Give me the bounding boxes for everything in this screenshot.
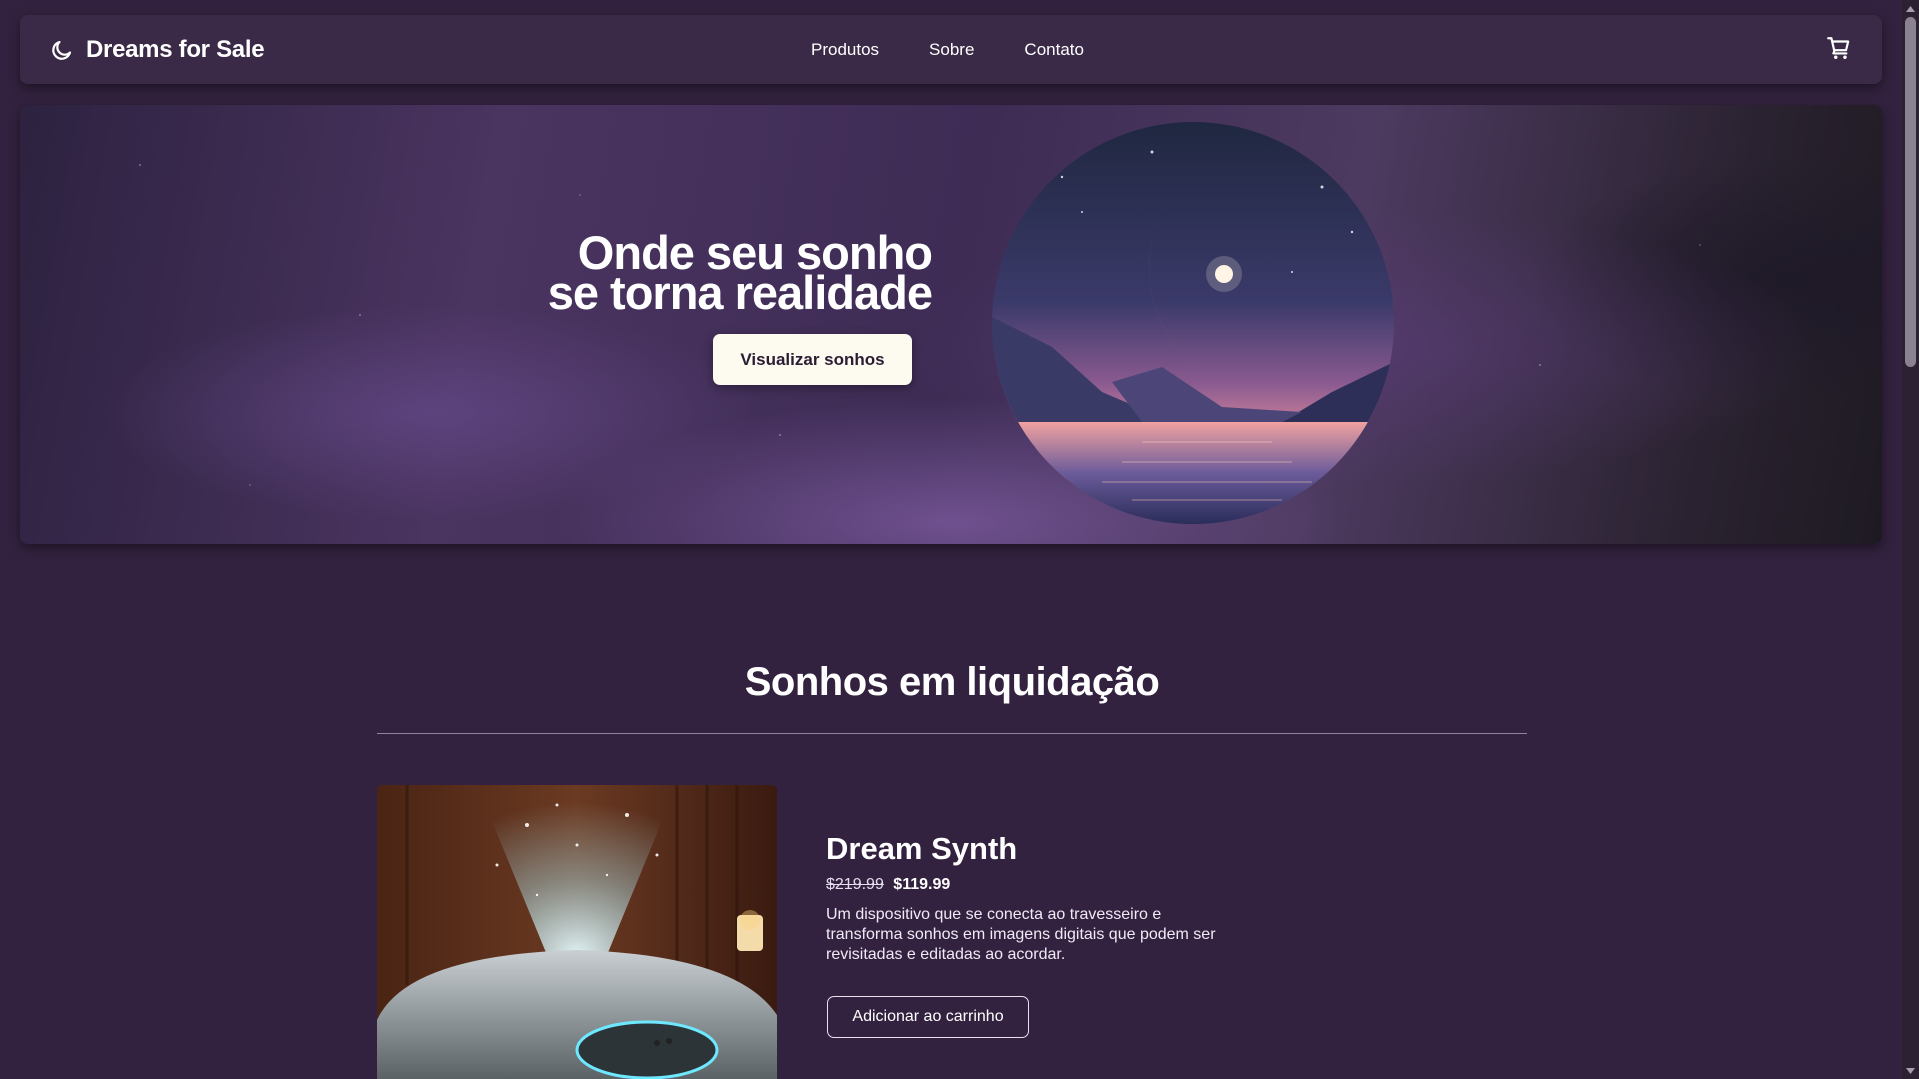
hero-title-line-2: se torna realidade — [547, 266, 933, 319]
add-to-cart-button[interactable]: Adicionar ao carrinho — [827, 996, 1029, 1038]
shopping-cart-icon[interactable] — [1826, 35, 1852, 61]
brand-name: Dreams for Sale — [86, 35, 265, 63]
nav-link-sobre[interactable]: Sobre — [929, 40, 974, 60]
brand-logo[interactable]: Dreams for Sale — [50, 15, 265, 84]
section-divider — [377, 733, 1527, 734]
price-row: $219.99 $119.99 — [826, 876, 950, 894]
product-description: Um dispositivo que se conecta ao travess… — [826, 906, 1216, 963]
product-name: Dream Synth — [826, 831, 1018, 866]
section-title: Sonhos em liquidação — [744, 660, 1160, 704]
view-dreams-button[interactable]: Visualizar sonhos — [713, 334, 912, 385]
nav-links: Produtos Sobre Contato — [811, 15, 1084, 84]
original-price: $219.99 — [826, 876, 884, 893]
top-navbar: Dreams for Sale Produtos Sobre Contato — [20, 15, 1882, 84]
scroll-up-arrow-icon[interactable] — [1902, 0, 1919, 17]
scroll-down-arrow-icon[interactable] — [1902, 1062, 1919, 1079]
hero-headline: Onde seu sonho se torna realidade — [492, 229, 933, 319]
scrollbar-thumb[interactable] — [1905, 17, 1916, 367]
dream-synth-illustration — [377, 785, 777, 1079]
hero-banner: Onde seu sonho se torna realidade Visual… — [20, 105, 1882, 544]
nav-link-produtos[interactable]: Produtos — [811, 40, 879, 60]
page-scrollbar[interactable] — [1902, 0, 1919, 1079]
moon-icon — [52, 40, 72, 60]
hero-starfield — [139, 164, 1701, 486]
hero-cta-wrapper: Visualizar sonhos — [713, 334, 912, 385]
product-image[interactable] — [377, 785, 777, 1079]
nav-link-contato[interactable]: Contato — [1024, 40, 1084, 60]
sale-price: $119.99 — [893, 876, 951, 893]
moon-illustration — [992, 122, 1394, 524]
